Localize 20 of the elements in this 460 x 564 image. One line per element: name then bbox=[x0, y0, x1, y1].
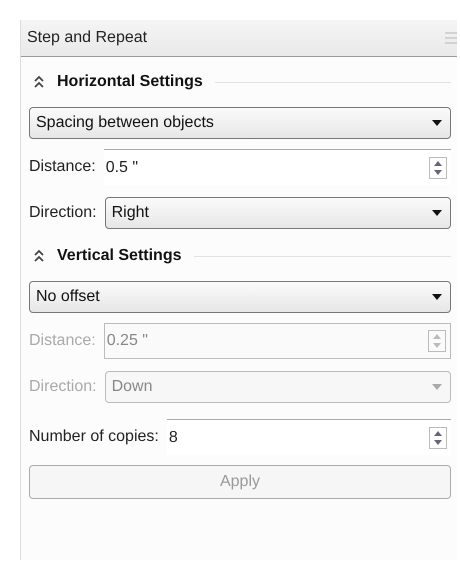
direction-label: Direction: bbox=[29, 204, 97, 222]
distance-label: Distance: bbox=[29, 158, 96, 176]
mode-dropdown[interactable]: Spacing between objects bbox=[29, 107, 451, 139]
section-heading: Horizontal Settings bbox=[57, 73, 203, 91]
copies-label: Number of copies: bbox=[29, 428, 159, 446]
direction-dropdown[interactable]: Right bbox=[104, 197, 451, 229]
dropdown-arrow-icon bbox=[432, 120, 442, 126]
collapse-icon[interactable] bbox=[33, 249, 45, 263]
dropdown-arrow-icon bbox=[432, 384, 442, 390]
collapse-icon[interactable] bbox=[33, 75, 45, 89]
mode-dropdown[interactable]: No offset bbox=[29, 281, 451, 313]
grip-icon[interactable] bbox=[445, 31, 457, 45]
panel-title: Step and Repeat bbox=[27, 29, 148, 47]
section-heading: Vertical Settings bbox=[57, 247, 182, 265]
spinner-icon[interactable] bbox=[429, 156, 447, 178]
spinner-icon[interactable] bbox=[429, 426, 447, 448]
distance-label: Distance: bbox=[29, 332, 96, 350]
dropdown-arrow-icon bbox=[432, 210, 442, 216]
dropdown-arrow-icon bbox=[432, 294, 442, 300]
direction-label: Direction: bbox=[29, 378, 97, 396]
